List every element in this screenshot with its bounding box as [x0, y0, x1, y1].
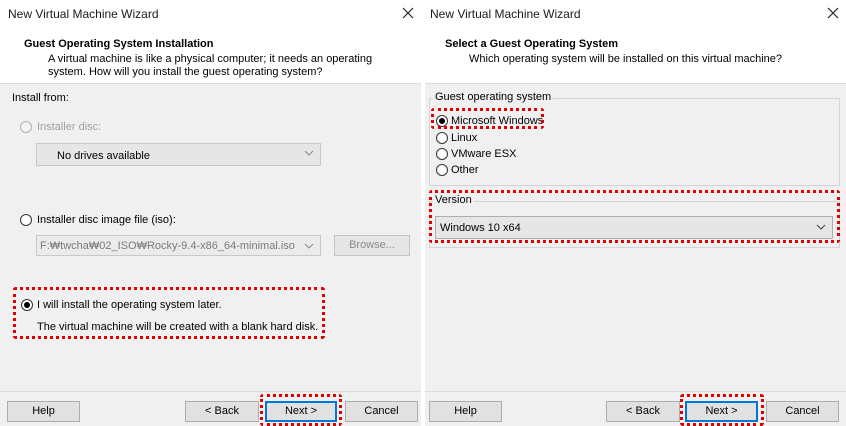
window-title: New Virtual Machine Wizard	[430, 7, 581, 21]
help-button[interactable]: Help	[429, 401, 502, 422]
title-bar: New Virtual Machine Wizard	[425, 0, 846, 30]
header-title: Guest Operating System Installation	[24, 38, 214, 50]
version-select[interactable]: Windows 10 x64	[435, 216, 833, 239]
install-from-label: Install from:	[12, 92, 69, 104]
header-description: Which operating system will be installed…	[469, 53, 783, 65]
install-later-description: The virtual machine will be created with…	[37, 321, 319, 333]
os-radio-vmware-esx[interactable]	[436, 148, 448, 160]
guest-os-group	[429, 98, 840, 186]
cancel-button[interactable]: Cancel	[766, 401, 839, 422]
install-later-label: I will install the operating system late…	[37, 299, 222, 311]
close-icon[interactable]	[401, 6, 415, 20]
install-later-radio[interactable]	[21, 299, 33, 311]
drive-select-value: No drives available	[57, 150, 150, 162]
iso-path-value: F:₩twcha₩02_ISO₩Rocky-9.4-x86_64-minimal…	[40, 240, 295, 252]
version-group-label: Version	[433, 194, 474, 206]
next-button[interactable]: Next >	[685, 401, 758, 422]
iso-path-input[interactable]: F:₩twcha₩02_ISO₩Rocky-9.4-x86_64-minimal…	[36, 235, 321, 256]
chevron-down-icon	[304, 150, 314, 156]
guest-os-group-label: Guest operating system	[433, 91, 554, 103]
iso-radio[interactable]	[20, 214, 32, 226]
iso-label: Installer disc image file (iso):	[37, 214, 176, 226]
footer-divider	[425, 391, 846, 392]
header-description: A virtual machine is like a physical com…	[48, 53, 373, 78]
drive-select[interactable]: No drives available	[36, 143, 321, 166]
title-bar: New Virtual Machine Wizard	[0, 0, 421, 30]
chevron-down-icon	[816, 224, 826, 230]
installer-disc-label: Installer disc:	[37, 121, 102, 133]
os-radio-linux[interactable]	[436, 132, 448, 144]
os-label-other: Other	[451, 164, 479, 176]
help-button[interactable]: Help	[7, 401, 80, 422]
os-label-linux: Linux	[451, 132, 478, 144]
window-title: New Virtual Machine Wizard	[8, 7, 159, 21]
chevron-down-icon	[304, 243, 314, 249]
wizard-header: Guest Operating System Installation A vi…	[0, 30, 421, 84]
wizard-window-select-os: New Virtual Machine Wizard Select a Gues…	[425, 0, 846, 426]
browse-button[interactable]: Browse...	[334, 235, 410, 256]
header-title: Select a Guest Operating System	[445, 38, 619, 50]
cancel-button[interactable]: Cancel	[345, 401, 418, 422]
installer-disc-radio[interactable]	[20, 121, 32, 133]
os-radio-other[interactable]	[436, 164, 448, 176]
wizard-window-installation: New Virtual Machine Wizard Guest Operati…	[0, 0, 421, 426]
next-button[interactable]: Next >	[265, 401, 337, 422]
footer-divider	[0, 391, 421, 392]
os-radio-microsoft-windows[interactable]	[436, 115, 448, 127]
os-label-microsoft-windows: Microsoft Windows	[451, 115, 544, 127]
back-button[interactable]: < Back	[185, 401, 259, 422]
os-label-vmware-esx: VMware ESX	[451, 148, 517, 160]
wizard-header: Select a Guest Operating System Which op…	[425, 30, 846, 84]
close-icon[interactable]	[826, 6, 840, 20]
back-button[interactable]: < Back	[606, 401, 680, 422]
version-select-value: Windows 10 x64	[440, 222, 521, 234]
